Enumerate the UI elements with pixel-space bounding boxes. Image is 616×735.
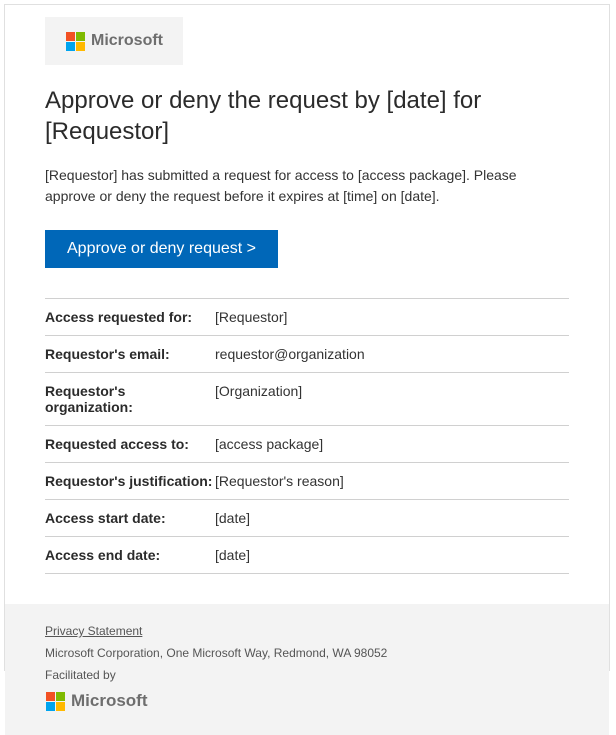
email-footer: Privacy Statement Microsoft Corporation,…	[5, 604, 609, 735]
detail-value: [date]	[215, 547, 250, 563]
microsoft-logo-icon	[65, 31, 85, 51]
detail-value: [date]	[215, 510, 250, 526]
detail-label: Access end date:	[45, 547, 215, 563]
table-row: Requestor's justification: [Requestor's …	[45, 462, 569, 499]
detail-value: [access package]	[215, 436, 323, 452]
detail-label: Access requested for:	[45, 309, 215, 325]
table-row: Access end date: [date]	[45, 536, 569, 574]
detail-label: Requestor's justification:	[45, 473, 215, 489]
email-title: Approve or deny the request by [date] fo…	[45, 85, 569, 147]
corporation-info: Microsoft Corporation, One Microsoft Way…	[45, 646, 569, 660]
brand-header: Microsoft	[45, 17, 183, 65]
facilitated-by-label: Facilitated by	[45, 668, 569, 682]
email-body: [Requestor] has submitted a request for …	[45, 165, 569, 206]
footer-brand: Microsoft	[45, 691, 148, 711]
detail-value: [Requestor]	[215, 309, 287, 325]
table-row: Access start date: [date]	[45, 499, 569, 536]
footer-brand-name: Microsoft	[71, 691, 148, 711]
table-row: Requested access to: [access package]	[45, 425, 569, 462]
detail-value: [Requestor's reason]	[215, 473, 344, 489]
table-row: Requestor's email: requestor@organizatio…	[45, 335, 569, 372]
detail-value: requestor@organization	[215, 346, 365, 362]
microsoft-logo-icon	[45, 691, 65, 711]
detail-label: Requested access to:	[45, 436, 215, 452]
approve-deny-button[interactable]: Approve or deny request >	[45, 230, 278, 268]
table-row: Requestor's organization: [Organization]	[45, 372, 569, 425]
privacy-statement-link[interactable]: Privacy Statement	[45, 624, 142, 638]
table-row: Access requested for: [Requestor]	[45, 298, 569, 335]
email-content: Approve or deny the request by [date] fo…	[5, 65, 609, 584]
brand-name: Microsoft	[91, 32, 163, 50]
details-table: Access requested for: [Requestor] Reques…	[45, 298, 569, 574]
email-container: Microsoft Approve or deny the request by…	[4, 4, 610, 671]
detail-value: [Organization]	[215, 383, 302, 415]
detail-label: Requestor's email:	[45, 346, 215, 362]
detail-label: Requestor's organization:	[45, 383, 215, 415]
detail-label: Access start date:	[45, 510, 215, 526]
